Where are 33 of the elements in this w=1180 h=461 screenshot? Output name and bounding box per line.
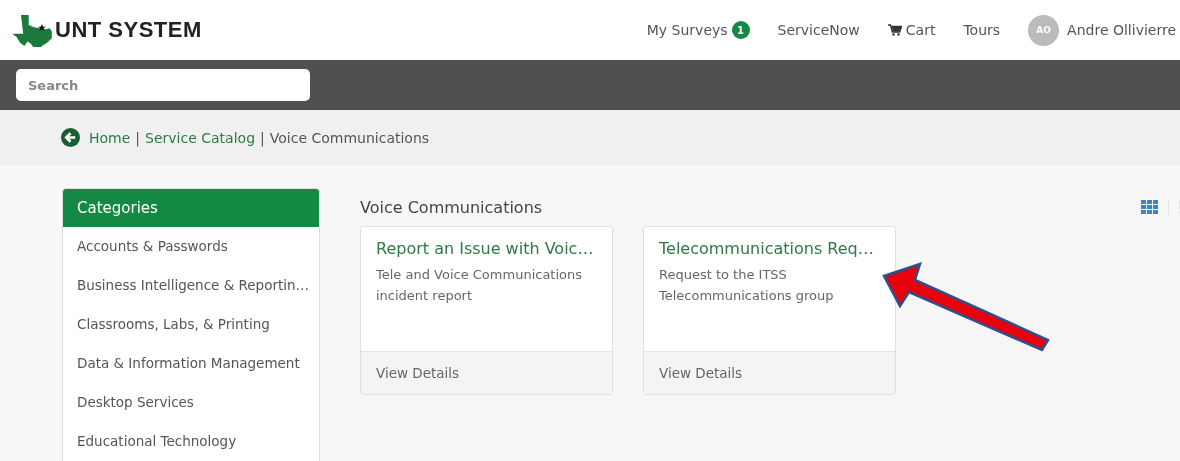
cart-link[interactable]: Cart [905, 22, 936, 38]
texas-star-icon [10, 13, 54, 47]
catalog-card[interactable]: Report an Issue with Voic… Tele and Voice Communications incident report View Details [360, 226, 613, 395]
grid-view-icon[interactable] [1141, 200, 1158, 214]
separator: | [135, 129, 141, 146]
category-item[interactable]: Data & Information Management [63, 344, 319, 383]
card-title[interactable]: Telecommunications Req… [659, 239, 880, 258]
breadcrumb-link[interactable]: Service Catalog [145, 129, 256, 146]
back-arrow-icon[interactable] [61, 128, 80, 147]
card-description: Tele and Voice Communications incident report [376, 266, 584, 305]
category-item[interactable]: Educational Technology [63, 422, 319, 461]
category-item[interactable]: Classrooms, Labs, & Printing [63, 305, 319, 344]
search-field[interactable]: Search [16, 69, 310, 101]
card-description: Request to the ITSS Telecommunications group [659, 266, 835, 305]
categories-header: Categories [63, 189, 319, 227]
user-name-link[interactable]: Andre Ollivierre [1067, 22, 1176, 38]
count-badge: 1 [731, 21, 750, 39]
view-details-link[interactable]: View Details [361, 351, 612, 394]
logo-text: UNT SYSTEM [55, 17, 202, 43]
card-title[interactable]: Report an Issue with Voic… [376, 239, 597, 258]
surveys-link[interactable]: My Surveys [646, 22, 728, 38]
category-item[interactable]: Accounts & Passwords [63, 227, 319, 266]
category-item[interactable]: Business Intelligence & Reportin… [63, 266, 319, 305]
nav-link[interactable]: Tours [963, 22, 1001, 38]
category-item[interactable]: Desktop Services [63, 383, 319, 422]
breadcrumb-current: Voice Communications [269, 129, 430, 146]
view-details-link[interactable]: View Details [644, 351, 895, 394]
breadcrumb-link[interactable]: Home [89, 129, 131, 146]
section-title: Voice Communications [360, 197, 543, 217]
catalog-card[interactable]: Telecommunications Req… Request to the ITSS Telecommunications group View Details [643, 226, 896, 395]
nav-link[interactable]: ServiceNow [777, 22, 860, 38]
cart-icon [887, 24, 902, 36]
separator: | [260, 129, 265, 146]
